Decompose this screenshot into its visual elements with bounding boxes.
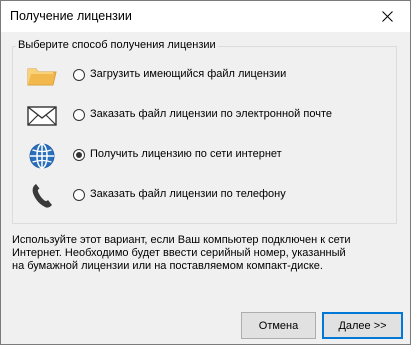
radio-internet[interactable] [73,149,85,161]
phone-icon [24,182,60,210]
close-button[interactable] [364,1,410,32]
globe-icon [24,142,60,170]
option-label: Заказать файл лицензии по электронной по… [90,108,332,120]
description-line: Используйте этот вариант, если Ваш компь… [12,234,351,246]
option-label: Заказать файл лицензии по телефону [90,188,286,200]
description-line: Интернет. Необходимо будет ввести серийн… [12,247,346,259]
option-label: Получить лицензию по сети интернет [90,148,282,160]
envelope-icon [24,102,60,130]
radio-order-phone[interactable] [73,189,85,201]
cancel-button[interactable]: Отмена [241,312,316,339]
option-order-email[interactable]: Заказать файл лицензии по электронной по… [24,102,384,130]
option-label: Загрузить имеющийся файл лицензии [90,68,287,80]
option-order-phone[interactable]: Заказать файл лицензии по телефону [24,182,384,210]
option-load-file[interactable]: Загрузить имеющийся файл лицензии [24,62,384,90]
next-button[interactable]: Далее >> [322,312,403,339]
window-title: Получение лицензии [10,9,132,23]
radio-order-email[interactable] [73,109,85,121]
folder-icon [24,62,60,90]
option-internet[interactable]: Получить лицензию по сети интернет [24,142,384,170]
title-bar: Получение лицензии [1,1,410,32]
group-title: Выберите способ получения лицензии [16,39,218,51]
description-line: на бумажной лицензии или на поставляемом… [12,260,323,272]
radio-load-file[interactable] [73,69,85,81]
option-description: Используйте этот вариант, если Ваш компь… [12,234,402,273]
close-icon [381,11,393,22]
